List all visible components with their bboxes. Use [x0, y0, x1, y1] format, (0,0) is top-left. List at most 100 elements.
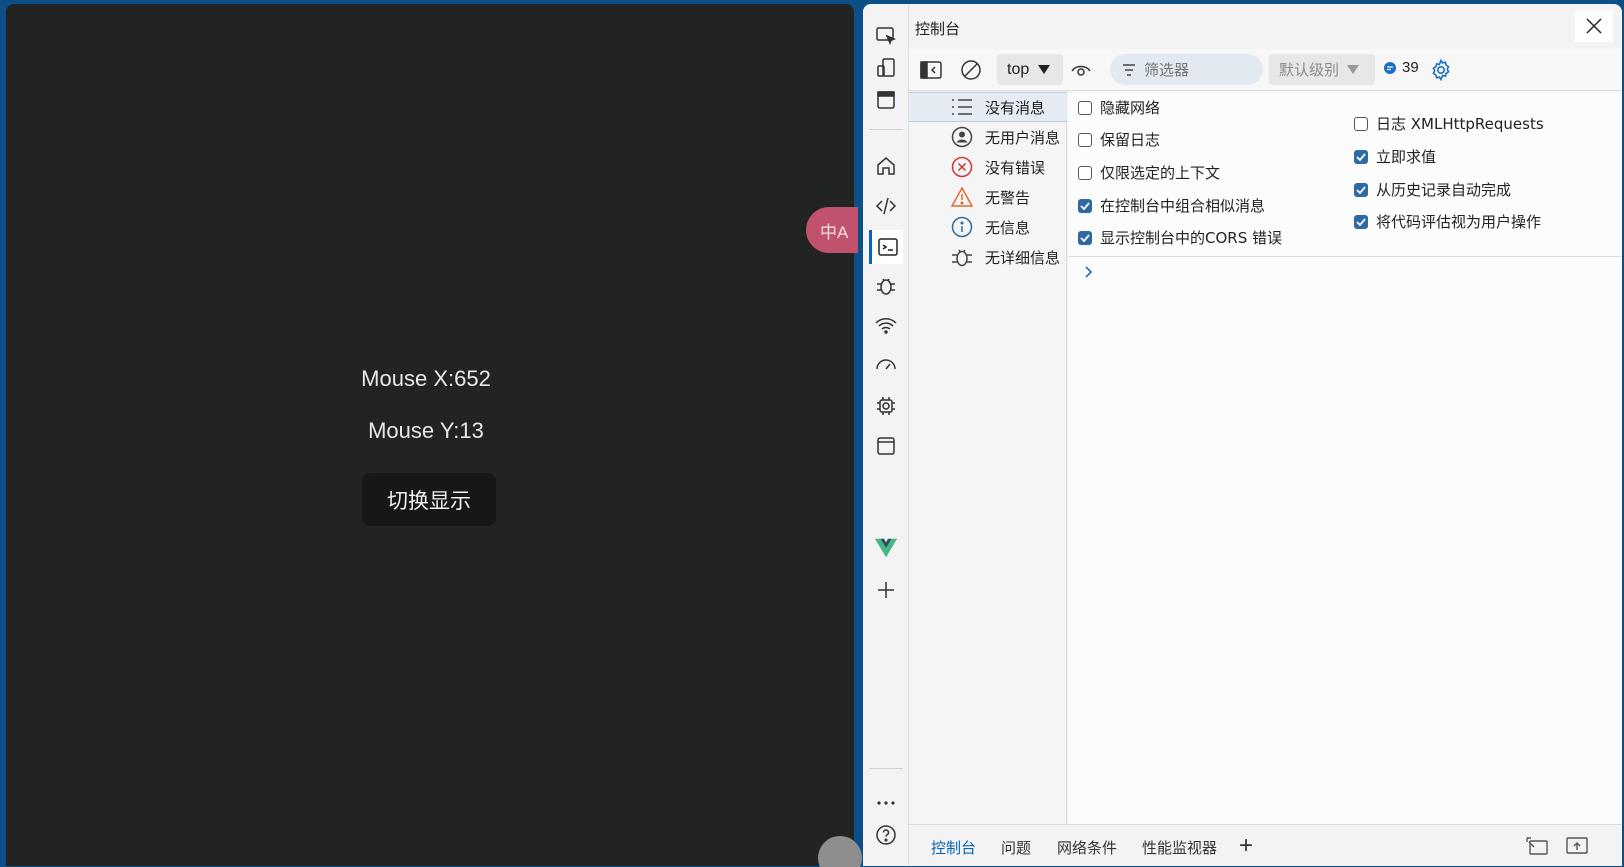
- checkbox-checked[interactable]: [1078, 198, 1092, 213]
- sidebar-item-label: 没有消息: [985, 98, 1046, 117]
- issues-count: 39: [1402, 59, 1419, 76]
- sidebar-item-messages[interactable]: 没有消息: [909, 92, 1067, 122]
- log-level-select[interactable]: 默认级别: [1269, 54, 1375, 85]
- filter-box[interactable]: [1110, 54, 1263, 85]
- checkbox-label: 立即求值: [1376, 148, 1437, 166]
- preserve-log-checkbox[interactable]: 保留日志: [1078, 129, 1160, 150]
- application-panel-icon[interactable]: [872, 432, 900, 460]
- checkbox-label: 显示控制台中的CORS 错误: [1100, 229, 1282, 247]
- sidebar-item-info[interactable]: 无信息: [909, 212, 1067, 242]
- checkbox-checked[interactable]: [1078, 230, 1092, 245]
- close-devtools-button[interactable]: [1575, 10, 1613, 42]
- page-viewport: Mouse X:652 Mouse Y:13 切换显示 中A: [6, 4, 862, 867]
- help-icon[interactable]: [872, 821, 900, 849]
- checkbox-label: 日志 XMLHttpRequests: [1376, 115, 1544, 133]
- checkbox-checked[interactable]: [1354, 149, 1368, 164]
- checkbox-label: 隐藏网络: [1100, 99, 1161, 117]
- network-wifi-icon[interactable]: [872, 312, 900, 340]
- more-tools-icon[interactable]: [872, 789, 900, 817]
- inspect-element-icon[interactable]: [872, 22, 900, 50]
- sidebar-item-label: 无详细信息: [985, 248, 1061, 267]
- checkbox-label: 保留日志: [1100, 131, 1161, 149]
- chevron-down-icon: [1038, 65, 1051, 74]
- group-similar-checkbox[interactable]: 在控制台中组合相似消息: [1078, 195, 1265, 216]
- checkbox-checked[interactable]: [1354, 214, 1368, 229]
- memory-chip-icon[interactable]: [872, 392, 900, 420]
- console-icon[interactable]: [869, 230, 903, 264]
- message-bubble-icon: [1384, 61, 1396, 74]
- sidebar-item-warnings[interactable]: 无警告: [909, 182, 1067, 212]
- sources-bug-icon[interactable]: [872, 272, 900, 300]
- autocomplete-history-checkbox[interactable]: 从历史记录自动完成: [1354, 179, 1511, 200]
- floating-widget-icon[interactable]: [818, 836, 862, 867]
- selected-context-only-checkbox[interactable]: 仅限选定的上下文: [1078, 162, 1220, 183]
- live-expression-eye-icon[interactable]: [1069, 58, 1093, 82]
- sidebar-item-label: 无信息: [985, 218, 1031, 237]
- checkbox-checked[interactable]: [1354, 182, 1368, 197]
- elements-code-icon[interactable]: [872, 192, 900, 220]
- checkbox-label: 仅限选定的上下文: [1100, 164, 1221, 182]
- activity-bar: [863, 4, 909, 866]
- error-icon: [951, 156, 973, 178]
- drawer-tabbar: 控制台 问题 网络条件 性能监视器 +: [909, 824, 1622, 866]
- sidebar-item-verbose[interactable]: 无详细信息: [909, 242, 1067, 272]
- drawer-tab-network-conditions[interactable]: 网络条件: [1057, 837, 1117, 858]
- home-icon[interactable]: [872, 152, 900, 180]
- checkbox[interactable]: [1078, 165, 1092, 180]
- close-icon: [1586, 18, 1602, 34]
- chevron-right-icon: [1085, 266, 1093, 278]
- move-to-top-icon[interactable]: [1565, 835, 1589, 857]
- sidebar-item-label: 无警告: [985, 188, 1031, 207]
- sidebar-item-label: 没有错误: [985, 158, 1046, 177]
- checkbox-label: 从历史记录自动完成: [1376, 181, 1512, 199]
- checkbox[interactable]: [1354, 116, 1368, 131]
- console-settings-pane: 隐藏网络 保留日志 仅限选定的上下文 在控制台中组合相似消息 显示控制台中的CO…: [1068, 92, 1622, 257]
- drawer-tab-issues[interactable]: 问题: [1001, 837, 1031, 858]
- translate-icon[interactable]: 中A: [806, 207, 858, 253]
- console-prompt[interactable]: [1084, 265, 1094, 284]
- eager-evaluation-checkbox[interactable]: 立即求值: [1354, 146, 1436, 167]
- vue-devtools-icon[interactable]: [872, 534, 900, 562]
- list-icon: [951, 96, 973, 118]
- info-icon: [951, 216, 973, 238]
- chevron-down-icon: [1347, 65, 1360, 74]
- console-main: 隐藏网络 保留日志 仅限选定的上下文 在控制台中组合相似消息 显示控制台中的CO…: [1068, 92, 1622, 824]
- checkbox-label: 在控制台中组合相似消息: [1100, 197, 1266, 215]
- mouse-x-readout: Mouse X:652: [361, 366, 491, 391]
- treat-eval-as-user-action-checkbox[interactable]: 将代码评估视为用户操作: [1354, 211, 1541, 232]
- sidebar-item-label: 无用户消息: [985, 128, 1061, 147]
- clear-console-icon[interactable]: [959, 58, 983, 82]
- add-tool-icon[interactable]: [872, 576, 900, 604]
- drawer-tab-console[interactable]: 控制台: [931, 837, 976, 858]
- devtools-title: 控制台: [915, 20, 961, 38]
- issues-counter[interactable]: 39: [1383, 59, 1419, 76]
- add-drawer-tab-icon[interactable]: +: [1239, 832, 1253, 860]
- user-icon: [951, 126, 973, 148]
- filter-icon: [1123, 63, 1135, 76]
- performance-gauge-icon[interactable]: [872, 352, 900, 380]
- checkbox[interactable]: [1078, 100, 1092, 115]
- devtools-panel: 控制台 top 默认级别 39: [863, 4, 1622, 866]
- window-icon[interactable]: [872, 86, 900, 114]
- drawer-tab-performance-monitor[interactable]: 性能监视器: [1142, 837, 1217, 858]
- log-level-value: 默认级别: [1279, 61, 1340, 79]
- sidebar-item-errors[interactable]: 没有错误: [909, 152, 1067, 182]
- hide-network-checkbox[interactable]: 隐藏网络: [1078, 97, 1160, 118]
- checkbox[interactable]: [1078, 132, 1092, 147]
- device-emulation-icon[interactable]: [872, 54, 900, 82]
- console-sidebar: 没有消息 无用户消息 没有错误 无警告 无信息 无详细信息: [909, 92, 1067, 824]
- show-cors-errors-checkbox[interactable]: 显示控制台中的CORS 错误: [1078, 227, 1282, 248]
- dock-drawer-icon[interactable]: [1525, 835, 1549, 857]
- bug-icon: [951, 246, 973, 268]
- toggle-sidebar-icon[interactable]: [919, 58, 943, 82]
- checkbox-label: 将代码评估视为用户操作: [1376, 213, 1542, 231]
- console-settings-gear-icon[interactable]: [1429, 58, 1453, 82]
- mouse-y-readout: Mouse Y:13: [368, 418, 484, 443]
- log-xhr-checkbox[interactable]: 日志 XMLHttpRequests: [1354, 113, 1544, 134]
- context-select[interactable]: top: [997, 54, 1063, 85]
- sidebar-item-user-messages[interactable]: 无用户消息: [909, 122, 1067, 152]
- filter-input[interactable]: [1144, 60, 1254, 79]
- toggle-display-button[interactable]: 切换显示: [362, 473, 496, 526]
- warning-icon: [951, 186, 973, 208]
- console-toolbar: top 默认级别 39: [909, 49, 1622, 91]
